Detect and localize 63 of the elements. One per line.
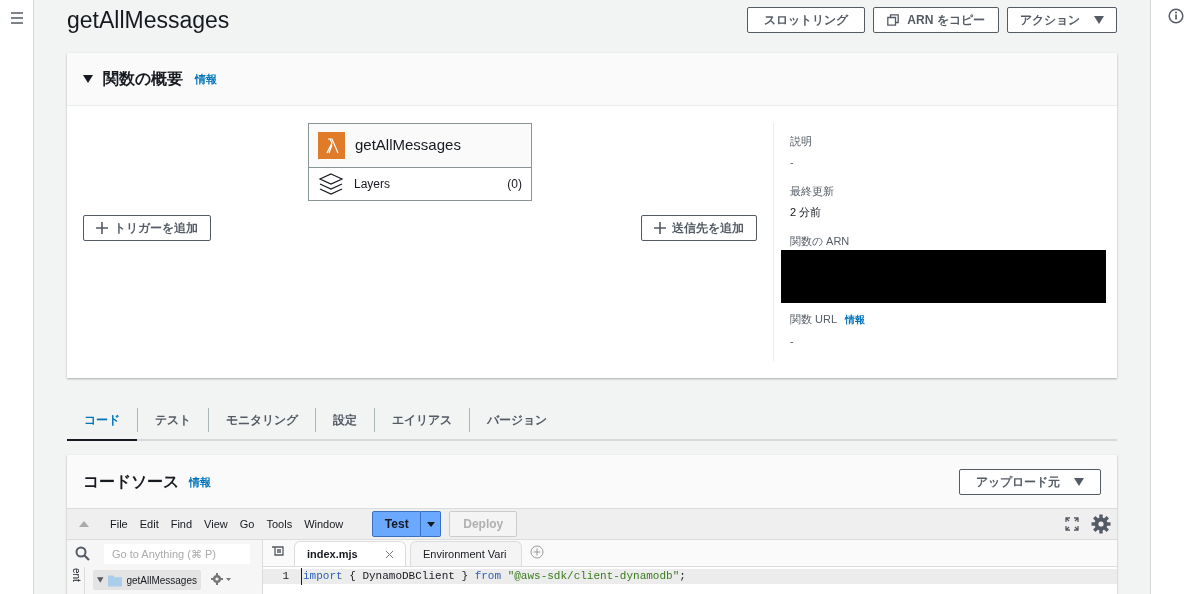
menu-item[interactable]: View (199, 515, 233, 533)
throttle-button[interactable]: スロットリング (747, 7, 865, 33)
caret-icon[interactable] (83, 74, 93, 83)
tab[interactable]: バージョン (470, 399, 564, 440)
caret-icon (426, 521, 435, 527)
menu-item[interactable]: Window (299, 515, 349, 533)
menu-item[interactable]: Find (165, 515, 198, 533)
info-icon[interactable] (1167, 8, 1184, 24)
section-title: 関数の概要 (103, 68, 183, 89)
folder-icon (107, 573, 123, 587)
actions-dropdown-button[interactable]: アクション (1007, 7, 1117, 33)
lambda-icon (318, 131, 345, 159)
fullscreen-icon[interactable] (1065, 517, 1079, 531)
layers-label: Layers (354, 175, 392, 193)
plus-icon (96, 221, 108, 234)
editor-tab[interactable]: index.mjs (294, 541, 406, 566)
side-tab[interactable]: ent (71, 568, 81, 584)
test-dropdown-button[interactable] (421, 511, 442, 537)
detail-label: 関数 URL (790, 312, 838, 327)
panel-icon[interactable] (271, 546, 284, 556)
menu-icon[interactable] (9, 12, 24, 24)
menu-item[interactable]: Go (234, 515, 260, 533)
menu-item[interactable]: Edit (134, 515, 164, 533)
menu-item[interactable]: Tools (261, 515, 298, 533)
copy-icon (887, 14, 900, 26)
tab[interactable]: モニタリング (209, 399, 315, 440)
detail-label: 説明 (790, 133, 812, 149)
tab[interactable]: エイリアス (375, 399, 469, 440)
detail-label: 関数の ARN (790, 233, 850, 249)
function-name: getAllMessages (355, 134, 461, 155)
line-number: 1 (281, 569, 290, 585)
add-trigger-button[interactable]: トリガーを追加 (83, 214, 211, 241)
copy-arn-button[interactable]: ARN をコピー (873, 7, 999, 33)
detail-label: 最終更新 (790, 183, 834, 199)
detail-value: - (789, 155, 795, 170)
test-button[interactable]: Test (372, 511, 422, 537)
caret-icon (1074, 477, 1084, 486)
settings-icon[interactable] (1091, 514, 1111, 534)
search-field[interactable]: Go to Anything (⌘ P) (104, 543, 250, 564)
caret-icon (1094, 16, 1104, 24)
close-icon[interactable] (386, 550, 393, 558)
tab[interactable]: 設定 (316, 399, 374, 440)
function-card[interactable]: getAllMessages Layers (0) (308, 122, 532, 201)
caret-icon (97, 577, 104, 583)
search-icon (75, 546, 90, 561)
plus-icon (654, 221, 666, 234)
info-link[interactable]: 情報 (845, 311, 866, 327)
detail-value: - (789, 333, 795, 349)
section-title: コードソース (83, 471, 179, 492)
tab[interactable]: テスト (138, 399, 208, 440)
layers-count: (0) (507, 175, 522, 193)
editor-tab[interactable]: Environment Vari (410, 541, 522, 566)
layers-icon (318, 172, 344, 195)
info-link[interactable]: 情報 (195, 70, 217, 87)
tree-item[interactable]: getAllMessages (93, 570, 201, 590)
menu-item[interactable]: File (105, 515, 133, 533)
page-title: getAllMessages (67, 8, 230, 32)
code-line: import { DynamoDBClient } from "@aws-sdk/client-dynamodb"; (301, 568, 686, 585)
upload-dropdown-button[interactable]: アップロード元 (959, 468, 1101, 495)
detail-value: 2 分前 (789, 205, 823, 220)
add-destination-button[interactable]: 送信先を追加 (641, 214, 757, 241)
info-link[interactable]: 情報 (189, 474, 211, 491)
settings-icon[interactable] (211, 573, 231, 585)
